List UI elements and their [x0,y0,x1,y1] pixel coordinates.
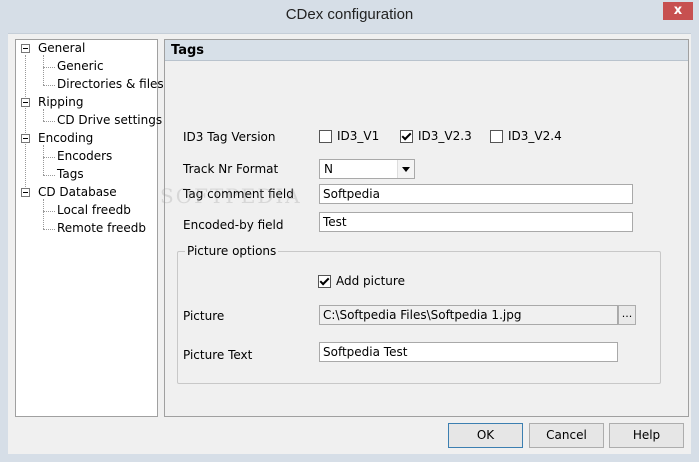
tree-item-encoding[interactable]: Encoding [38,131,93,145]
picture-text-input[interactable]: Softpedia Test [319,342,618,362]
tree-connector [43,55,44,85]
add-picture-checkbox[interactable] [318,275,331,288]
id3-v2-3-label[interactable]: ID3_V2.3 [418,129,472,143]
panel-header: Tags [165,40,688,61]
browse-button[interactable]: ... [618,305,636,325]
window-frame-bottom [0,454,699,462]
id3-v2-3-checkbox[interactable] [400,130,413,143]
collapse-icon[interactable] [21,44,30,53]
window-frame-right [691,33,699,462]
collapse-icon[interactable] [21,134,30,143]
chevron-down-icon[interactable] [397,160,414,178]
track-nr-format-label: Track Nr Format [183,162,279,176]
track-nr-format-select[interactable]: N [319,159,415,179]
tree-connector [43,145,44,175]
tree-item-local-freedb[interactable]: Local freedb [57,203,131,217]
tree-item-cd-database[interactable]: CD Database [38,185,117,199]
tags-panel: Tags ID3 Tag Version ID3_V1 ID3_V2.3 ID3… [164,39,689,417]
tree-item-encoders[interactable]: Encoders [57,149,112,163]
close-button[interactable]: x [663,2,693,20]
window-frame-left [0,33,8,462]
tree-connector [43,67,55,68]
tag-comment-label: Tag comment field [183,187,294,201]
tree-item-tags[interactable]: Tags [57,167,84,181]
config-dialog: CDex configuration x General Generic Dir… [0,0,699,462]
tree-connector [43,109,44,121]
tree-connector [43,229,55,230]
window-title: CDex configuration [285,6,414,23]
id3-v1-label[interactable]: ID3_V1 [337,129,379,143]
track-nr-format-value: N [324,162,333,176]
add-picture-label[interactable]: Add picture [336,274,405,288]
collapse-icon[interactable] [21,188,30,197]
tree-item-directories-files[interactable]: Directories & files [57,77,164,91]
settings-tree[interactable]: General Generic Directories & files Ripp… [15,39,164,417]
help-button[interactable]: Help [609,423,684,448]
tree-item-cd-drive-settings[interactable]: CD Drive settings [57,113,162,127]
panel-title: Tags [171,43,205,58]
ok-button[interactable]: OK [448,423,523,448]
tree-item-ripping[interactable]: Ripping [38,95,83,109]
tag-comment-input[interactable]: Softpedia [319,184,633,204]
picture-text-label: Picture Text [183,348,253,362]
tree-item-remote-freedb[interactable]: Remote freedb [57,221,146,235]
encoded-by-input[interactable]: Test [319,212,633,232]
picture-label: Picture [183,309,225,323]
id3-v2-4-checkbox[interactable] [490,130,503,143]
title-bar[interactable]: CDex configuration x [0,0,699,34]
tree-connector [43,211,55,212]
id3-version-label: ID3 Tag Version [183,130,276,144]
id3-v1-checkbox[interactable] [319,130,332,143]
tree-connector [43,85,55,86]
tree-connector [43,199,44,229]
collapse-icon[interactable] [21,98,30,107]
cancel-button[interactable]: Cancel [529,423,604,448]
tree-item-generic[interactable]: Generic [57,59,104,73]
tree-connector [43,121,55,122]
id3-v2-4-label[interactable]: ID3_V2.4 [508,129,562,143]
picture-path-input[interactable]: C:\Softpedia Files\Softpedia 1.jpg [319,305,618,325]
tree-connector [25,55,26,195]
encoded-by-label: Encoded-by field [183,218,284,232]
tree-connector [43,175,55,176]
tree-item-general[interactable]: General [38,41,85,55]
tree-connector [43,157,55,158]
picture-options-legend: Picture options [185,244,279,258]
